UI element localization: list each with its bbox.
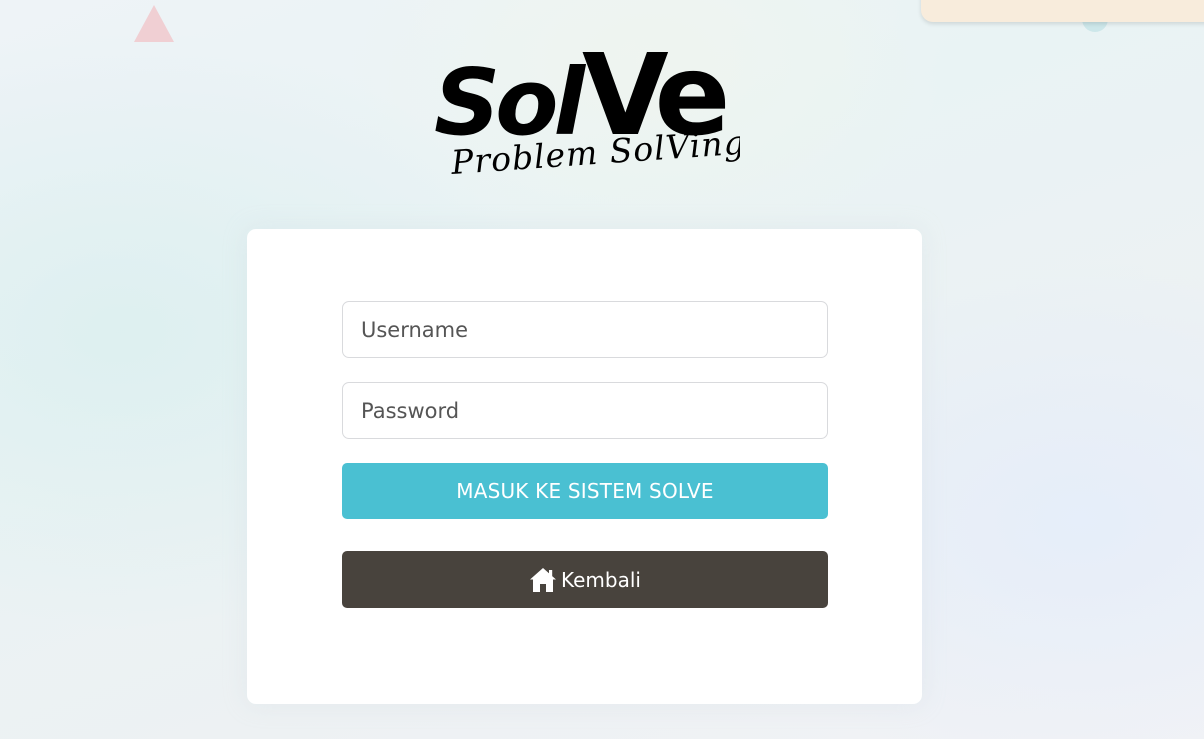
home-icon xyxy=(529,567,557,593)
login-button[interactable]: MASUK KE SISTEM SOLVE xyxy=(342,463,828,519)
back-button[interactable]: Kembali xyxy=(342,551,828,608)
username-input[interactable] xyxy=(342,301,828,358)
triangle-decoration xyxy=(134,5,174,42)
solve-logo: Sol Ve Problem SolVing xyxy=(430,24,747,196)
password-input[interactable] xyxy=(342,382,828,439)
back-button-label: Kembali xyxy=(561,567,641,592)
top-decoration-card xyxy=(921,0,1204,22)
login-button-label: MASUK KE SISTEM SOLVE xyxy=(456,479,714,503)
